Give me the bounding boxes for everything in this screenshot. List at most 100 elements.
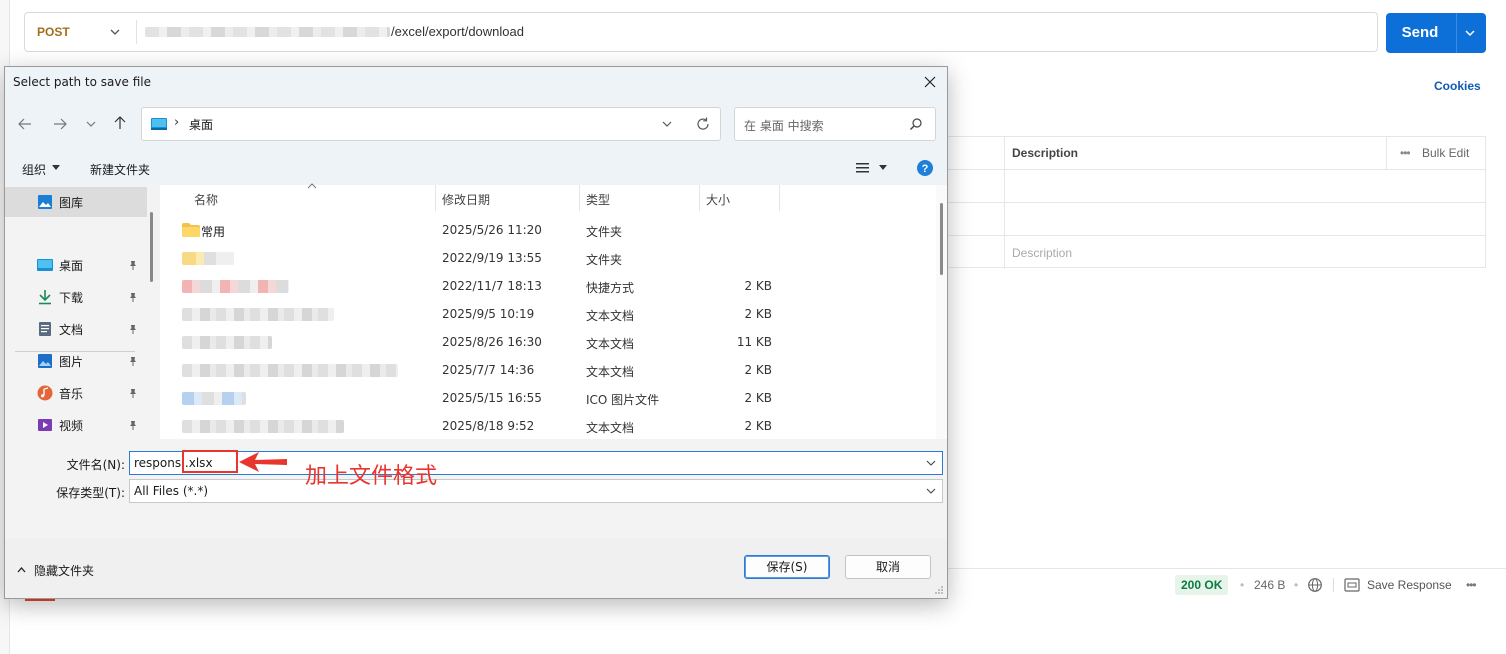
table-row[interactable] (945, 169, 1486, 203)
dialog-title-bar[interactable]: Select path to save file (5, 67, 947, 97)
description-input[interactable]: Description (1012, 246, 1072, 260)
pin-icon[interactable] (128, 292, 138, 302)
sort-ascending-icon (307, 183, 317, 189)
help-icon[interactable]: ? (917, 160, 933, 176)
pin-icon[interactable] (128, 420, 138, 430)
sidebar-item-pictures[interactable]: 图片 (5, 346, 147, 376)
file-row[interactable]: 2025/8/18 9:52 文本文档 2 KB (160, 413, 936, 441)
separator-dot: • (1294, 578, 1299, 592)
network-globe-icon[interactable] (1307, 577, 1323, 593)
sidebar-item-gallery[interactable]: 图库 (5, 187, 147, 217)
column-divider (1004, 137, 1005, 269)
search-icon[interactable] (909, 117, 923, 131)
column-header-name[interactable]: 名称 (194, 191, 218, 208)
sidebar-item-downloads[interactable]: 下载 (5, 282, 147, 312)
url-divider (136, 20, 137, 44)
breadcrumb[interactable]: 桌面 (189, 116, 213, 133)
desktop-icon (151, 118, 167, 130)
file-type: 文件夹 (586, 225, 623, 239)
column-header-type[interactable]: 类型 (586, 191, 610, 208)
pin-icon[interactable] (128, 356, 138, 366)
file-size: 2 KB (744, 363, 772, 377)
send-label[interactable]: Send (1386, 13, 1454, 53)
document-icon (39, 322, 51, 336)
column-divider[interactable] (779, 185, 780, 211)
file-row[interactable]: 2025/5/15 16:55 ICO 图片文件 2 KB (160, 385, 936, 413)
table-row[interactable] (945, 202, 1486, 236)
toolbar-divider (1333, 578, 1334, 592)
description-column-header: Description (1012, 146, 1079, 160)
save-response-button[interactable]: Save Response (1367, 575, 1452, 595)
file-type: 文本文档 (586, 421, 635, 435)
hide-folders-toggle[interactable]: 隐藏文件夹 (34, 562, 94, 579)
nav-scrollbar[interactable] (150, 212, 153, 282)
method-selector[interactable]: POST (37, 13, 70, 51)
file-row[interactable]: 2025/7/7 14:36 文本文档 2 KB (160, 357, 936, 385)
save-button[interactable]: 保存(S) (744, 555, 830, 579)
send-button[interactable]: Send (1386, 13, 1486, 53)
file-type: 快捷方式 (586, 281, 635, 295)
status-badge[interactable]: 200 OK (1175, 575, 1229, 595)
address-bar[interactable]: › 桌面 (141, 107, 721, 141)
pin-icon[interactable] (128, 260, 138, 270)
column-divider (1386, 137, 1387, 169)
column-divider[interactable] (579, 185, 580, 211)
file-row[interactable]: 2022/9/19 13:55 文件夹 (160, 245, 936, 273)
params-table: Description ••• Bulk Edit Description (945, 136, 1486, 269)
file-list-scrollbar[interactable] (936, 185, 947, 439)
search-input[interactable]: 在 桌面 中搜索 (734, 107, 936, 141)
up-arrow-icon[interactable] (112, 115, 128, 131)
more-options-icon[interactable]: ••• (1466, 575, 1477, 595)
column-divider[interactable] (699, 185, 700, 211)
cookies-link[interactable]: Cookies (1434, 79, 1481, 93)
chevron-down-icon[interactable] (926, 488, 936, 494)
response-size[interactable]: 246 B (1254, 575, 1285, 595)
file-modified: 2025/8/26 16:30 (442, 335, 542, 349)
chevron-up-icon[interactable] (17, 567, 26, 573)
file-row[interactable]: 2025/9/5 10:19 文本文档 2 KB (160, 301, 936, 329)
scrollbar-thumb[interactable] (940, 203, 943, 275)
new-folder-button[interactable]: 新建文件夹 (90, 161, 150, 178)
sidebar-item-label: 下载 (59, 291, 84, 305)
redacted-file-name (182, 420, 344, 433)
url-input[interactable]: /excel/export/download (391, 13, 524, 51)
recent-locations-chevron-icon[interactable] (83, 116, 99, 132)
close-icon[interactable] (920, 72, 940, 92)
forward-arrow-icon[interactable] (52, 116, 68, 132)
sidebar-item-music[interactable]: 音乐 (5, 378, 147, 408)
file-type: 文本文档 (586, 337, 635, 351)
file-size: 2 KB (744, 307, 772, 321)
music-icon (37, 385, 53, 401)
save-file-dialog: Select path to save file › 桌面 在 桌面 中搜索 组… (4, 66, 948, 599)
sidebar-item-videos[interactable]: 视频 (5, 410, 147, 440)
column-header-size[interactable]: 大小 (706, 191, 730, 208)
address-history-chevron-icon[interactable] (661, 118, 673, 130)
chevron-down-icon[interactable] (109, 26, 121, 38)
gallery-icon (38, 195, 52, 209)
chevron-down-icon[interactable] (926, 460, 936, 466)
save-response-icon[interactable] (1344, 578, 1360, 592)
send-split-divider (1456, 13, 1457, 53)
bulk-edit-button[interactable]: Bulk Edit (1422, 146, 1469, 160)
refresh-icon[interactable] (695, 116, 711, 132)
chevron-down-icon[interactable] (52, 165, 60, 171)
file-row[interactable]: 常用 2025/5/26 11:20 文件夹 (160, 217, 936, 245)
file-row[interactable]: 2022/11/7 18:13 快捷方式 2 KB (160, 273, 936, 301)
file-row[interactable]: 2025/8/26 16:30 文本文档 11 KB (160, 329, 936, 357)
pin-icon[interactable] (128, 388, 138, 398)
pin-icon[interactable] (128, 324, 138, 334)
chevron-down-icon[interactable] (879, 165, 887, 171)
back-arrow-icon[interactable] (17, 116, 33, 132)
filetype-select[interactable]: All Files (*.*) (129, 479, 943, 503)
more-options-icon[interactable]: ••• (1400, 146, 1411, 160)
view-list-icon[interactable] (856, 163, 869, 173)
column-divider[interactable] (435, 185, 436, 211)
column-header-modified[interactable]: 修改日期 (442, 191, 490, 208)
cancel-button[interactable]: 取消 (845, 555, 931, 579)
resize-grip-icon[interactable] (934, 585, 944, 595)
sidebar-item-desktop[interactable]: 桌面 (5, 250, 147, 280)
organize-menu[interactable]: 组织 (22, 161, 46, 178)
send-options-chevron-icon[interactable] (1464, 27, 1476, 39)
file-size: 2 KB (744, 419, 772, 433)
sidebar-item-documents[interactable]: 文档 (5, 314, 147, 344)
